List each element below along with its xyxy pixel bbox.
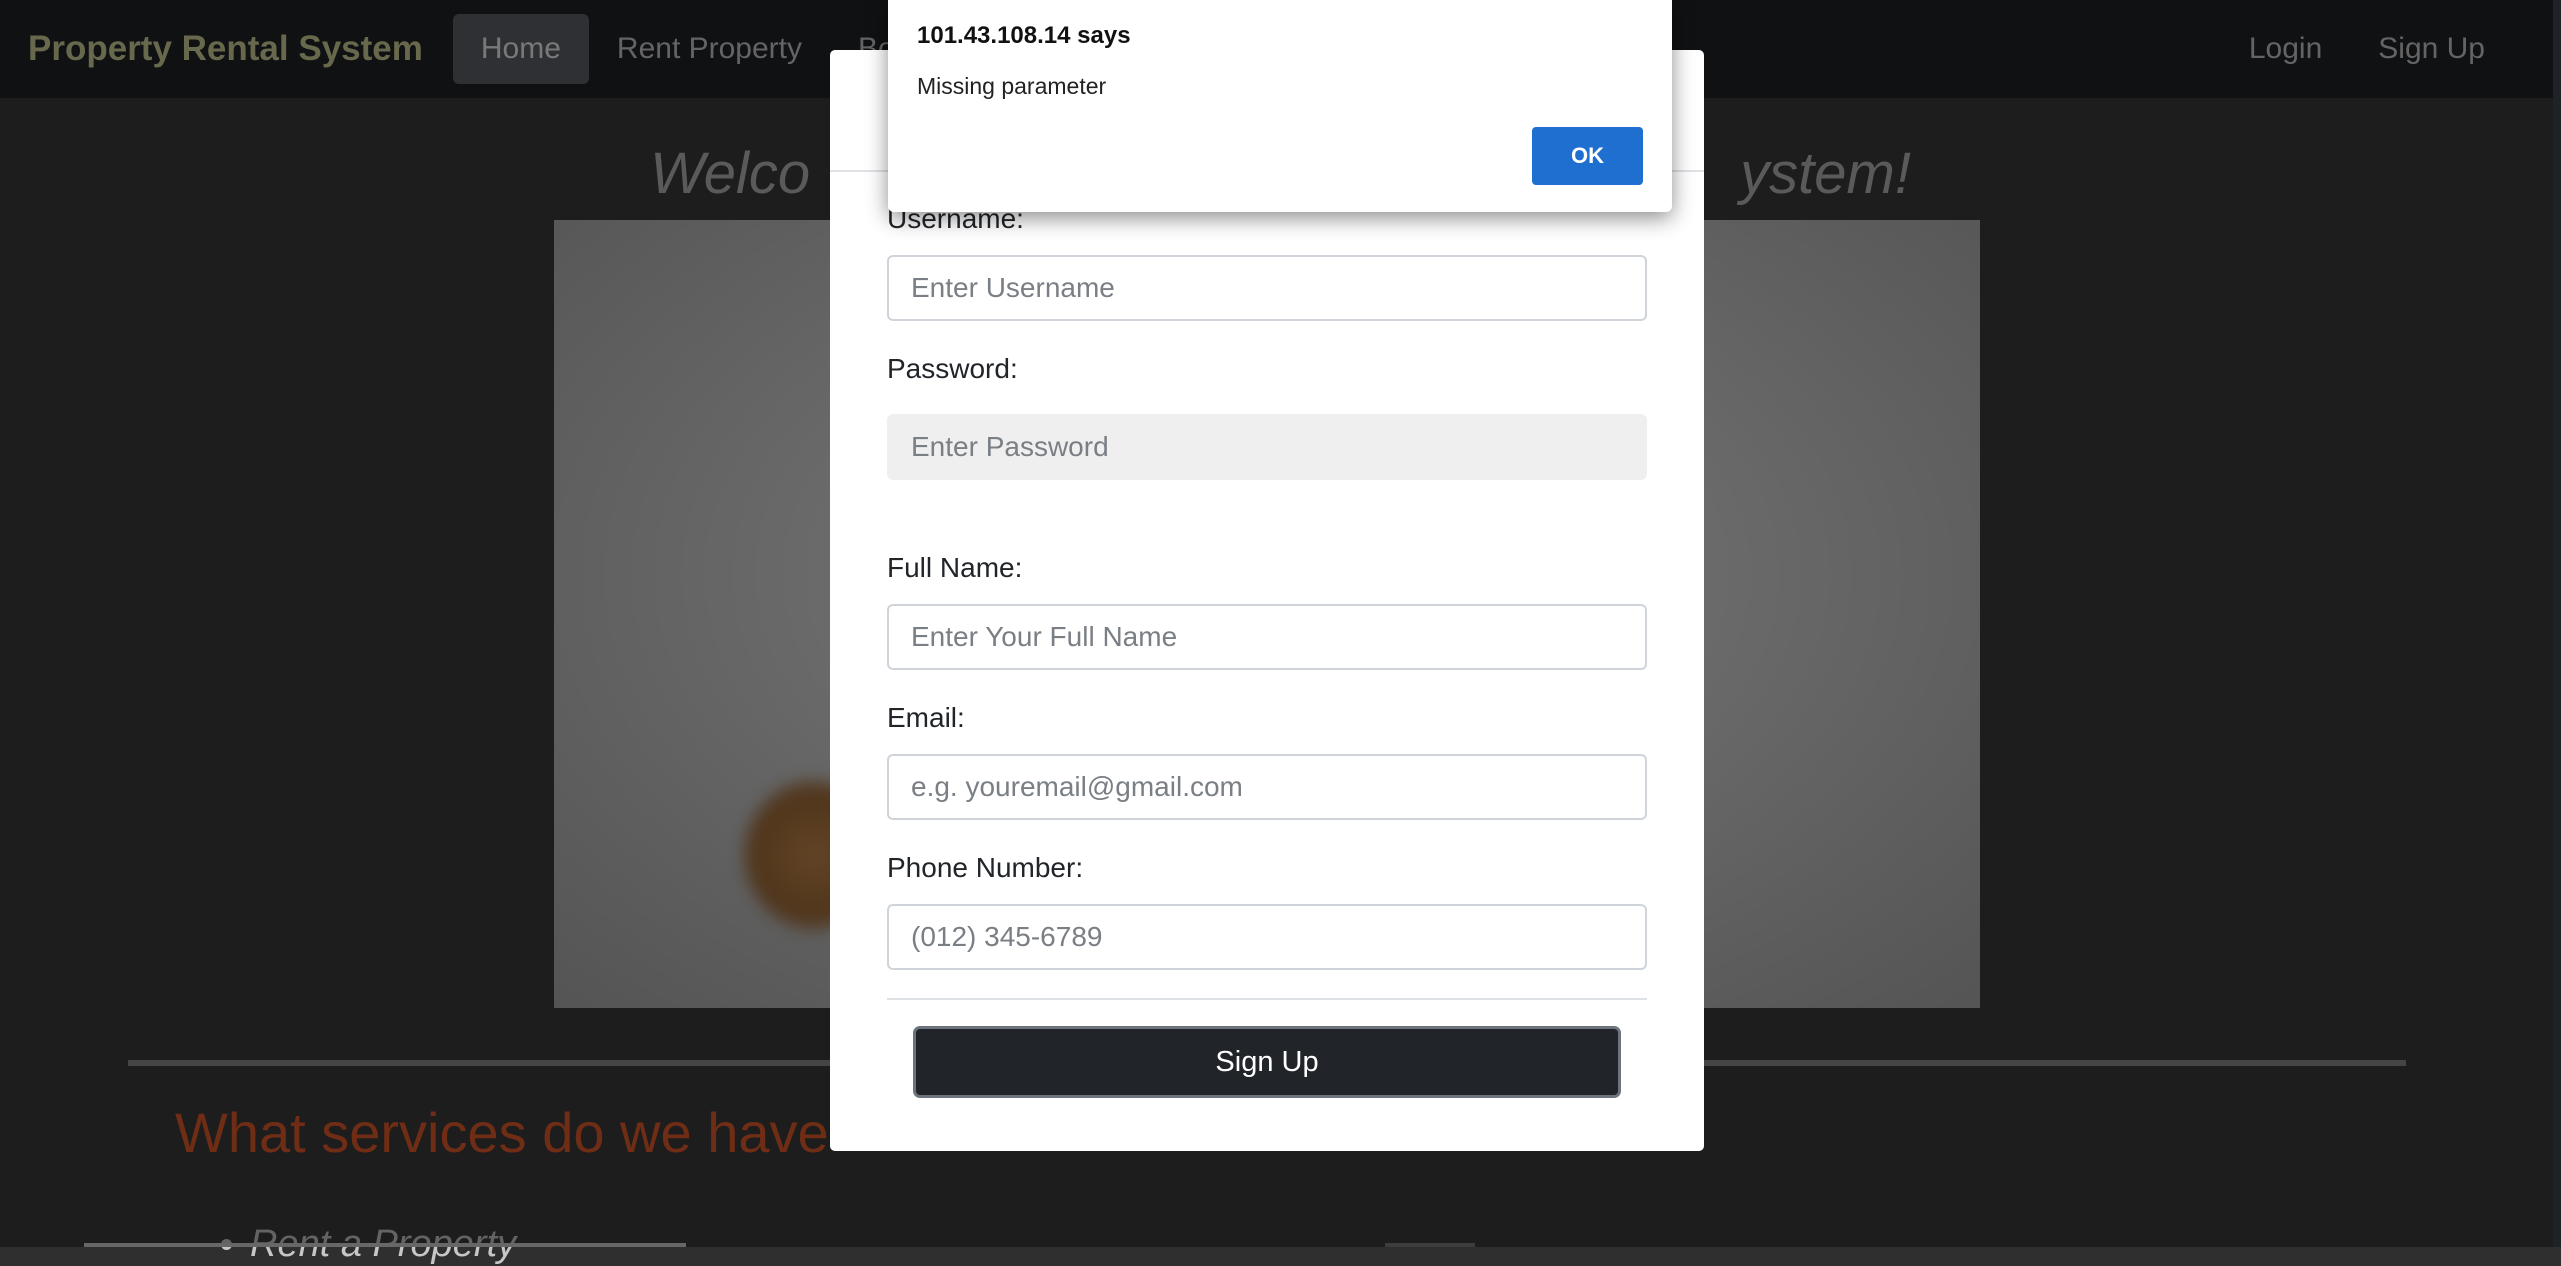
email-input[interactable] xyxy=(887,754,1647,820)
browser-alert-dialog: 101.43.108.14 says Missing parameter OK xyxy=(888,0,1672,212)
signup-modal: Username: Password: Full Name: Email: Ph… xyxy=(830,50,1704,1151)
alert-title: 101.43.108.14 says xyxy=(917,22,1131,49)
alert-ok-button[interactable]: OK xyxy=(1532,127,1643,185)
full-name-label: Full Name: xyxy=(887,552,1023,583)
phone-label: Phone Number: xyxy=(887,852,1084,883)
phone-input[interactable] xyxy=(887,904,1647,970)
email-label: Email: xyxy=(887,702,965,733)
window-right-edge xyxy=(2553,0,2561,1247)
signup-submit-button[interactable]: Sign Up xyxy=(913,1026,1621,1098)
password-input[interactable] xyxy=(887,414,1647,480)
username-input[interactable] xyxy=(887,255,1647,321)
alert-message: Missing parameter xyxy=(917,73,1107,99)
full-name-input[interactable] xyxy=(887,604,1647,670)
modal-footer-divider xyxy=(887,998,1647,1000)
password-label: Password: xyxy=(887,353,1018,384)
